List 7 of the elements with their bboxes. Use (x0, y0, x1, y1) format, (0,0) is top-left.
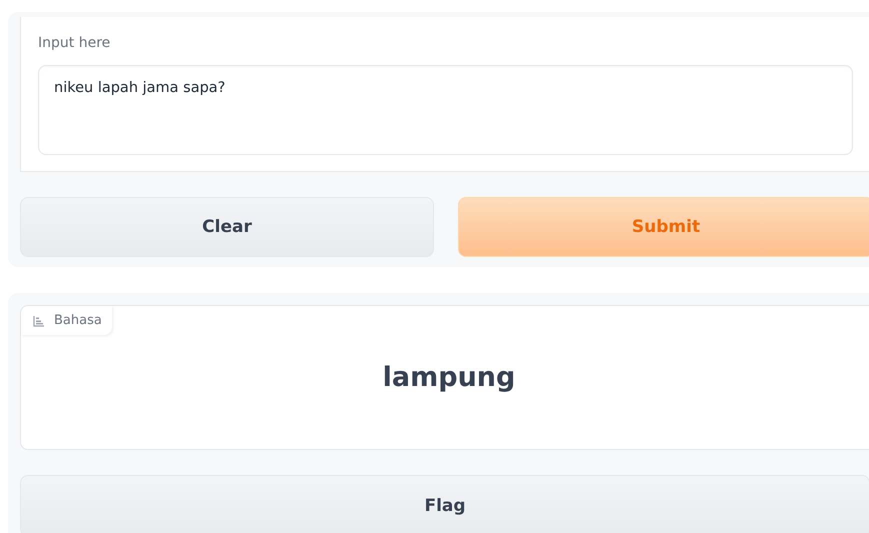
input-label: Input here (38, 35, 110, 51)
bar-chart-icon (33, 314, 45, 326)
output-label: Bahasa (54, 313, 102, 328)
flag-button[interactable]: Flag (20, 475, 869, 533)
clear-button[interactable]: Clear (20, 197, 434, 257)
input-field[interactable]: nikeu lapah jama sapa? (38, 65, 853, 155)
output-value: lampung (382, 362, 516, 393)
